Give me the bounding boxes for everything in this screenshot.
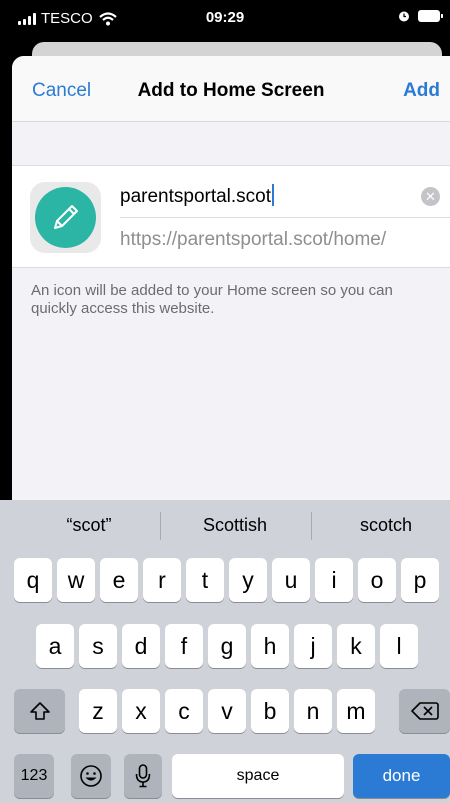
backspace-icon: [410, 702, 439, 720]
key-u[interactable]: u: [272, 558, 310, 602]
battery-icon: [418, 10, 443, 22]
key-e[interactable]: e: [100, 558, 138, 602]
key-v[interactable]: v: [208, 689, 246, 733]
suggestion-item[interactable]: scotch: [311, 515, 450, 536]
suggestion-item[interactable]: Scottish: [160, 515, 310, 536]
key-l[interactable]: l: [380, 624, 418, 668]
key-t[interactable]: t: [186, 558, 224, 602]
key-o[interactable]: o: [358, 558, 396, 602]
keyboard: “scot” Scottish scotch q w e r t y u i o…: [0, 500, 450, 803]
key-m[interactable]: m: [337, 689, 375, 733]
alarm-icon: [399, 11, 409, 22]
url-label: https://parentsportal.scot/home/: [120, 229, 387, 250]
key-g[interactable]: g: [208, 624, 246, 668]
pencil-icon: [54, 205, 78, 229]
shortcut-form: parentsportal.scot ✕ https://parentsport…: [12, 165, 450, 268]
app-icon: [30, 182, 101, 253]
emoji-key[interactable]: [71, 754, 111, 798]
status-right: [398, 10, 443, 22]
microphone-icon: [135, 764, 151, 788]
clear-text-button[interactable]: ✕: [421, 187, 440, 206]
key-a[interactable]: a: [36, 624, 74, 668]
key-c[interactable]: c: [165, 689, 203, 733]
name-input[interactable]: parentsportal.scot: [120, 184, 275, 208]
key-f[interactable]: f: [165, 624, 203, 668]
key-n[interactable]: n: [294, 689, 332, 733]
status-bar: TESCO 09:29: [0, 0, 450, 36]
emoji-icon: [80, 765, 102, 787]
add-button[interactable]: Add: [403, 80, 440, 102]
suggestion-bar: “scot” Scottish scotch: [0, 500, 450, 550]
key-b[interactable]: b: [251, 689, 289, 733]
text-caret: [272, 184, 275, 206]
key-p[interactable]: p: [401, 558, 439, 602]
key-y[interactable]: y: [229, 558, 267, 602]
key-z[interactable]: z: [79, 689, 117, 733]
app-icon-circle: [35, 187, 96, 248]
key-i[interactable]: i: [315, 558, 353, 602]
key-x[interactable]: x: [122, 689, 160, 733]
space-key[interactable]: space: [172, 754, 344, 798]
suggestion-item[interactable]: “scot”: [14, 515, 164, 536]
page-title: Add to Home Screen: [137, 80, 325, 101]
name-input-value: parentsportal.scot: [120, 186, 272, 207]
info-caption: An icon will be added to your Home scree…: [31, 282, 393, 317]
status-time: 09:29: [205, 9, 245, 26]
shift-key[interactable]: [14, 689, 65, 733]
key-r[interactable]: r: [143, 558, 181, 602]
key-j[interactable]: j: [294, 624, 332, 668]
shift-icon: [29, 702, 50, 720]
numbers-key[interactable]: 123: [14, 754, 54, 798]
key-d[interactable]: d: [122, 624, 160, 668]
delete-key[interactable]: [399, 689, 450, 733]
key-q[interactable]: q: [14, 558, 52, 602]
dictation-key[interactable]: [124, 754, 162, 798]
done-key[interactable]: done: [353, 754, 450, 798]
key-w[interactable]: w: [57, 558, 95, 602]
key-s[interactable]: s: [79, 624, 117, 668]
key-h[interactable]: h: [251, 624, 289, 668]
nav-bar: Cancel Add to Home Screen Add: [12, 56, 450, 122]
name-field[interactable]: parentsportal.scot ✕: [120, 176, 450, 218]
key-k[interactable]: k: [337, 624, 375, 668]
